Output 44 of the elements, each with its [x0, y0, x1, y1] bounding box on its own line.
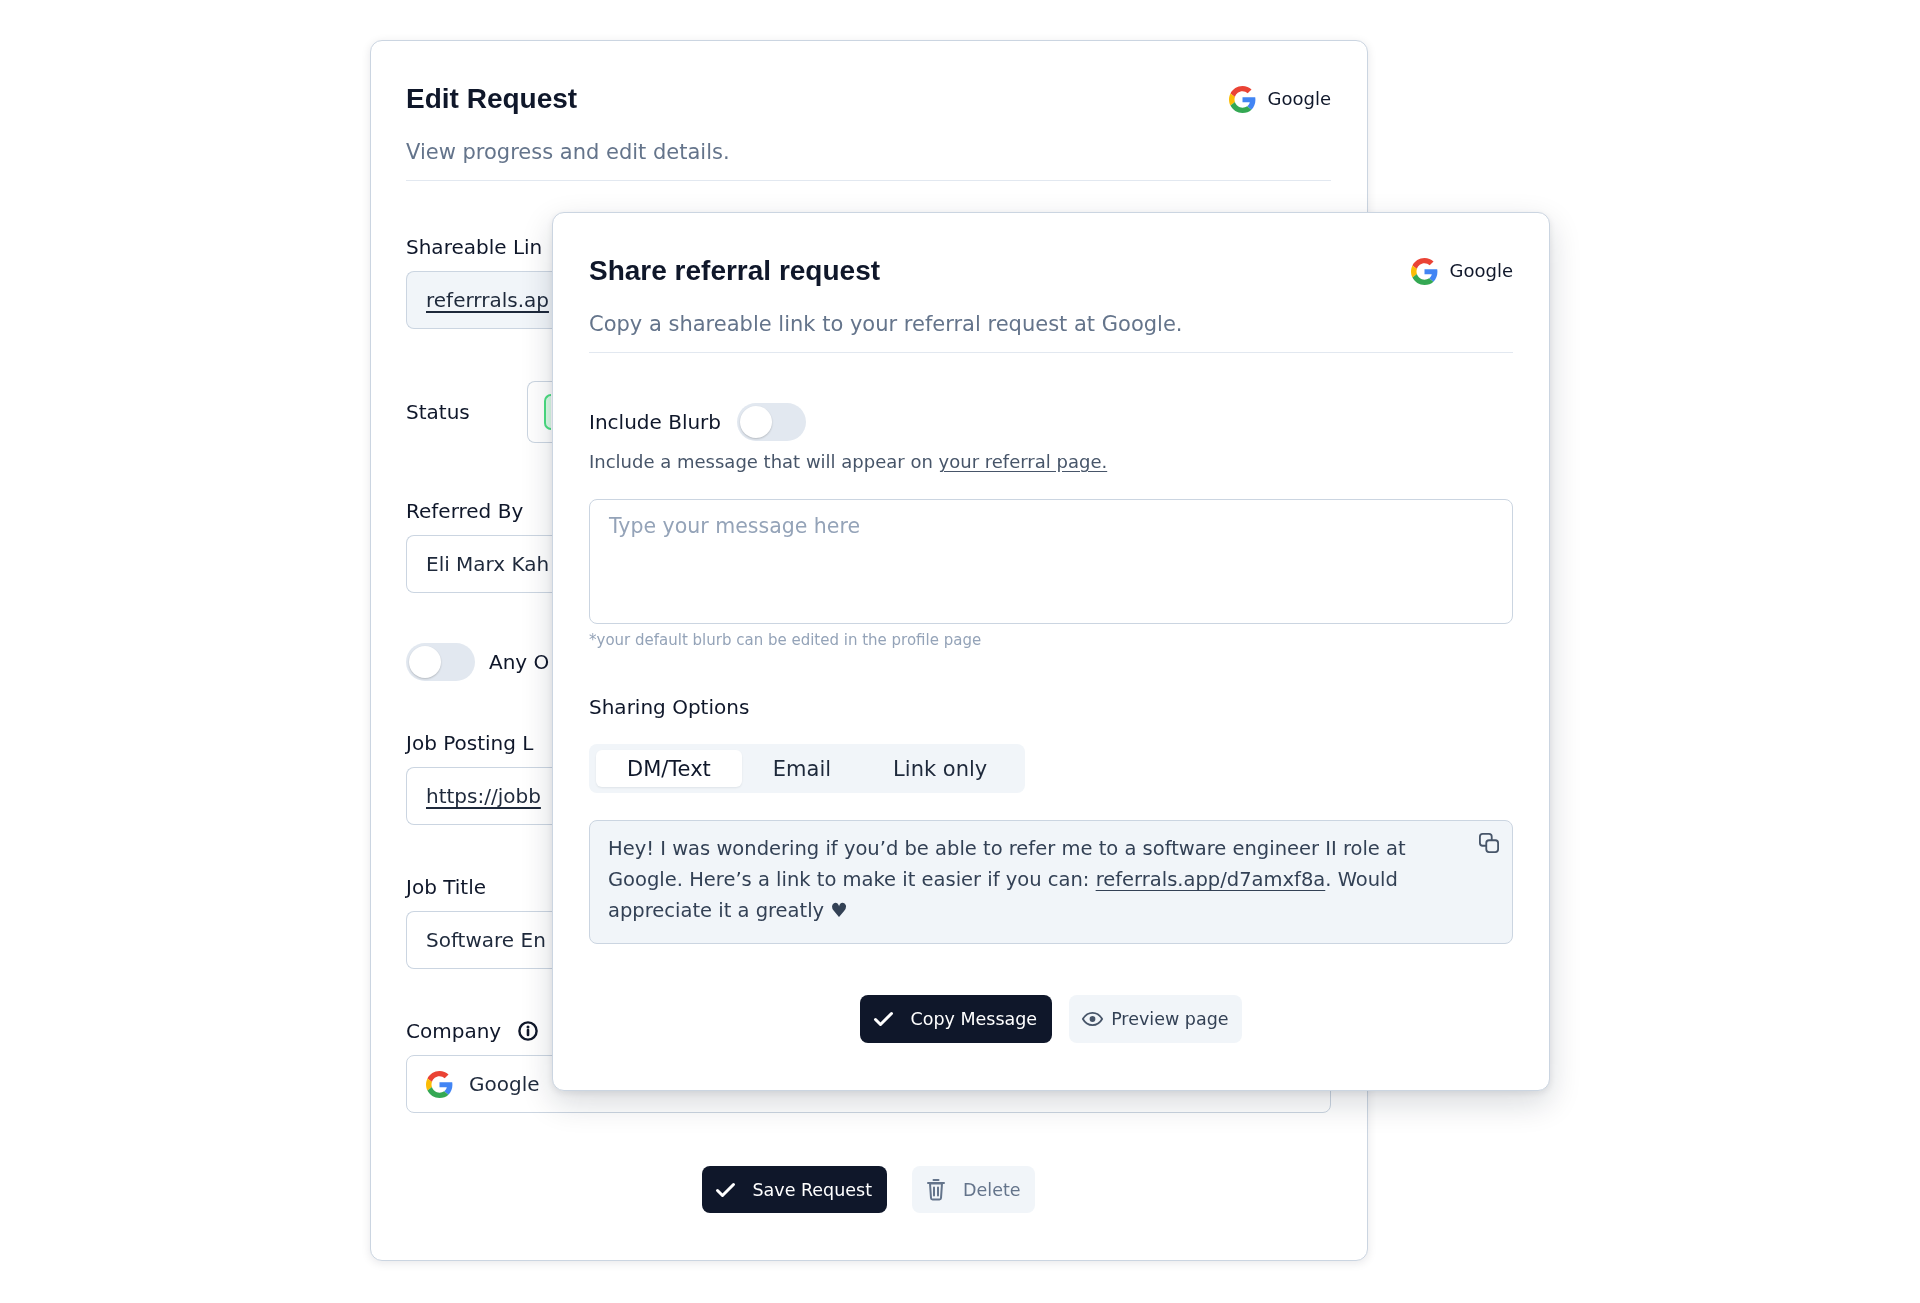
footnote-text: *your default blurb can be edited in the profile page [589, 630, 983, 650]
copy-message-button[interactable]: Copy Message [860, 995, 1053, 1043]
eye-icon [1082, 1012, 1104, 1026]
dialog-title: Share referral request [589, 254, 881, 288]
subtitle: View progress and edit details. [406, 139, 731, 166]
card-title: Edit Request [406, 82, 578, 116]
field-label: Job Posting L [406, 730, 534, 757]
toggle-switch[interactable] [737, 403, 807, 441]
check-icon [874, 1012, 894, 1026]
status-select[interactable] [527, 381, 552, 443]
toggle-switch[interactable] [406, 643, 475, 681]
trash-icon [927, 1179, 946, 1200]
link-field[interactable]: referrrals.ap [406, 271, 553, 329]
referral-page-link[interactable]: your referral page. [938, 451, 1108, 472]
message-text: Hey! I was wondering if you’d be able to refer me to a software engineer II role at Google. Here’s a link to make it easier if you can: referrals.app/d7amxf8a. Would appreciate it a greatly ♥ [608, 836, 1407, 924]
text-field[interactable]: Eli Marx Kah [406, 535, 553, 593]
subtitle: Copy a shareable link to your referral request at Google. [589, 311, 1184, 338]
text-field[interactable]: Software En [406, 911, 553, 969]
link-field[interactable]: https://jobb [406, 767, 553, 825]
tab[interactable]: Link only [862, 750, 1019, 787]
tab[interactable]: Email [741, 750, 863, 787]
info-icon [518, 1021, 539, 1041]
save-button[interactable]: Save Request [702, 1166, 888, 1213]
field-label: Company [406, 1018, 502, 1045]
toggle-label: Any O [489, 649, 550, 676]
hint-text: Include a message that will appear on your referral page. [589, 450, 1109, 474]
g-logo-icon [426, 1070, 453, 1098]
field-label: Job Title [406, 874, 487, 901]
company-name: Google [1267, 87, 1331, 111]
check-icon [716, 1182, 736, 1197]
g-logo-icon [1410, 257, 1438, 285]
field-label: Status [406, 399, 471, 426]
g-logo-icon [1228, 85, 1256, 113]
copy-icon[interactable] [1479, 833, 1499, 853]
field-label: Shareable Lin [406, 234, 543, 261]
preview-button[interactable]: Preview page [1069, 995, 1242, 1043]
toggle-label: Include Blurb [589, 409, 722, 436]
message-input[interactable]: Type your message here [589, 499, 1513, 624]
company-name: Google [1449, 259, 1513, 283]
referral-link[interactable]: referrals.app/d7amxf8a [1095, 868, 1326, 891]
tab[interactable]: DM/Text [596, 750, 742, 787]
delete-button[interactable]: Delete [912, 1166, 1035, 1213]
section-label: Sharing Options [589, 695, 750, 719]
field-label: Referred By [406, 498, 524, 525]
